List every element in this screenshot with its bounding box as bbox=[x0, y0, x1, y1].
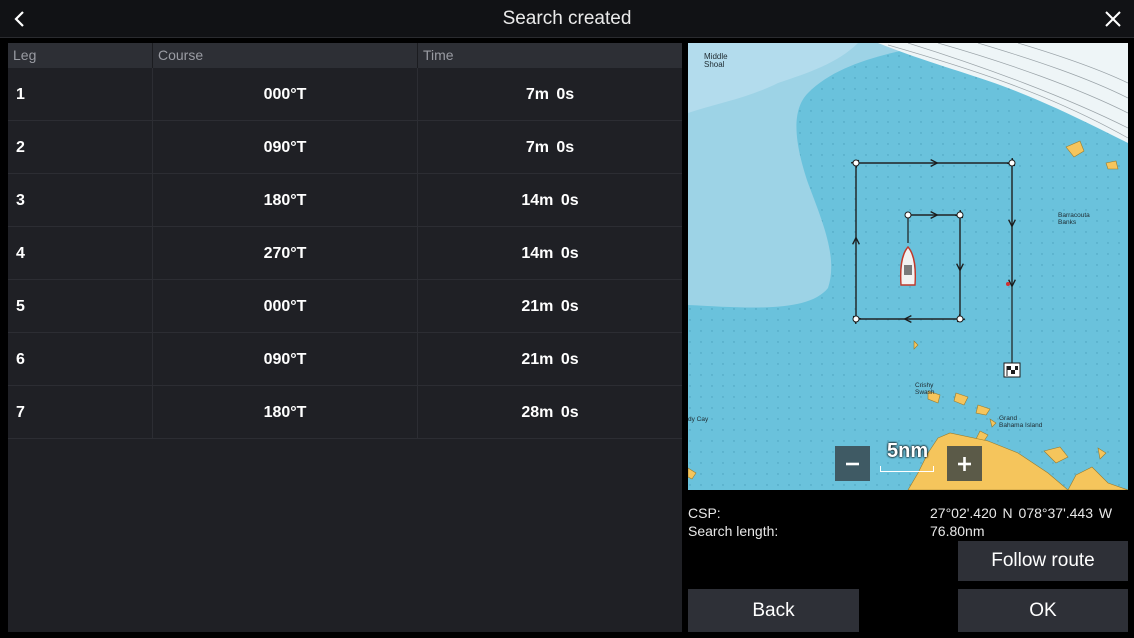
label-grand-1: Grand bbox=[999, 415, 1017, 422]
leg-cell: 1 bbox=[16, 86, 25, 103]
plus-icon bbox=[958, 457, 971, 471]
column-header-leg: Leg bbox=[13, 47, 37, 63]
label-barracouta-1: Barracouta bbox=[1058, 212, 1090, 219]
leg-cell: 4 bbox=[16, 245, 25, 262]
table-row[interactable]: 1 000°T 7m 0s bbox=[8, 68, 682, 121]
label-crishy-1: Crishy bbox=[915, 382, 934, 389]
time-cell: 7m 0s bbox=[417, 68, 682, 121]
close-button[interactable] bbox=[1098, 4, 1128, 34]
time-cell: 14m 0s bbox=[417, 227, 682, 280]
page-title: Search created bbox=[502, 8, 632, 29]
zoom-in-button[interactable] bbox=[947, 446, 982, 481]
time-cell: 21m 0s bbox=[417, 280, 682, 333]
table-row[interactable]: 2 090°T 7m 0s bbox=[8, 121, 682, 174]
checkered-flag-icon bbox=[1003, 362, 1021, 378]
column-header-course: Course bbox=[152, 43, 417, 68]
course-cell: 090°T bbox=[152, 121, 417, 174]
table-row[interactable]: 7 180°T 28m 0s bbox=[8, 386, 682, 439]
table-row[interactable]: 5 000°T 21m 0s bbox=[8, 280, 682, 333]
time-cell: 7m 0s bbox=[417, 121, 682, 174]
leg-cell: 7 bbox=[16, 404, 25, 421]
leg-cell: 5 bbox=[16, 298, 25, 315]
close-icon bbox=[1105, 11, 1121, 27]
course-cell: 000°T bbox=[152, 68, 417, 121]
csp-value: 27°02'.420 N 078°37'.443 W bbox=[930, 505, 1113, 521]
label-cay: dy Cay bbox=[688, 416, 709, 423]
label-crishy-2: Swash bbox=[915, 389, 935, 396]
scale-bar bbox=[880, 466, 934, 472]
minus-icon bbox=[846, 462, 859, 466]
label-middle-shoal-2: Shoal bbox=[704, 60, 725, 69]
chart-graphics: Middle Shoal Barracouta Banks Crishy Swa… bbox=[688, 43, 1128, 490]
legs-table: Leg Course Time 1 000°T 7m 0s 2 090°T 7m… bbox=[8, 43, 682, 632]
chart-map[interactable]: Middle Shoal Barracouta Banks Crishy Swa… bbox=[688, 43, 1128, 490]
course-cell: 180°T bbox=[152, 386, 417, 439]
table-header: Leg Course Time bbox=[8, 43, 682, 68]
scale-indicator: 5nm bbox=[880, 440, 940, 476]
scale-label: 5nm bbox=[887, 440, 929, 462]
course-cell: 180°T bbox=[152, 174, 417, 227]
csp-label: CSP: bbox=[688, 505, 721, 521]
table-row[interactable]: 4 270°T 14m 0s bbox=[8, 227, 682, 280]
ok-button[interactable]: OK bbox=[958, 589, 1128, 632]
zoom-out-button[interactable] bbox=[835, 446, 870, 481]
time-cell: 14m 0s bbox=[417, 174, 682, 227]
course-cell: 270°T bbox=[152, 227, 417, 280]
table-row[interactable]: 3 180°T 14m 0s bbox=[8, 174, 682, 227]
back-button[interactable]: Back bbox=[688, 589, 859, 632]
table-row[interactable]: 6 090°T 21m 0s bbox=[8, 333, 682, 386]
leg-cell: 6 bbox=[16, 351, 25, 368]
label-grand-2: Bahama Island bbox=[999, 422, 1043, 429]
time-cell: 28m 0s bbox=[417, 386, 682, 439]
csp-marker bbox=[1006, 282, 1010, 286]
search-length-value: 76.80nm bbox=[930, 523, 985, 539]
title-bar: Search created bbox=[0, 0, 1134, 38]
course-cell: 090°T bbox=[152, 333, 417, 386]
time-cell: 21m 0s bbox=[417, 333, 682, 386]
label-barracouta-2: Banks bbox=[1058, 219, 1077, 226]
search-length-label: Search length: bbox=[688, 523, 779, 539]
leg-cell: 3 bbox=[16, 192, 25, 209]
follow-route-button[interactable]: Follow route bbox=[958, 541, 1128, 581]
column-header-time: Time bbox=[417, 43, 682, 68]
leg-cell: 2 bbox=[16, 139, 25, 156]
course-cell: 000°T bbox=[152, 280, 417, 333]
